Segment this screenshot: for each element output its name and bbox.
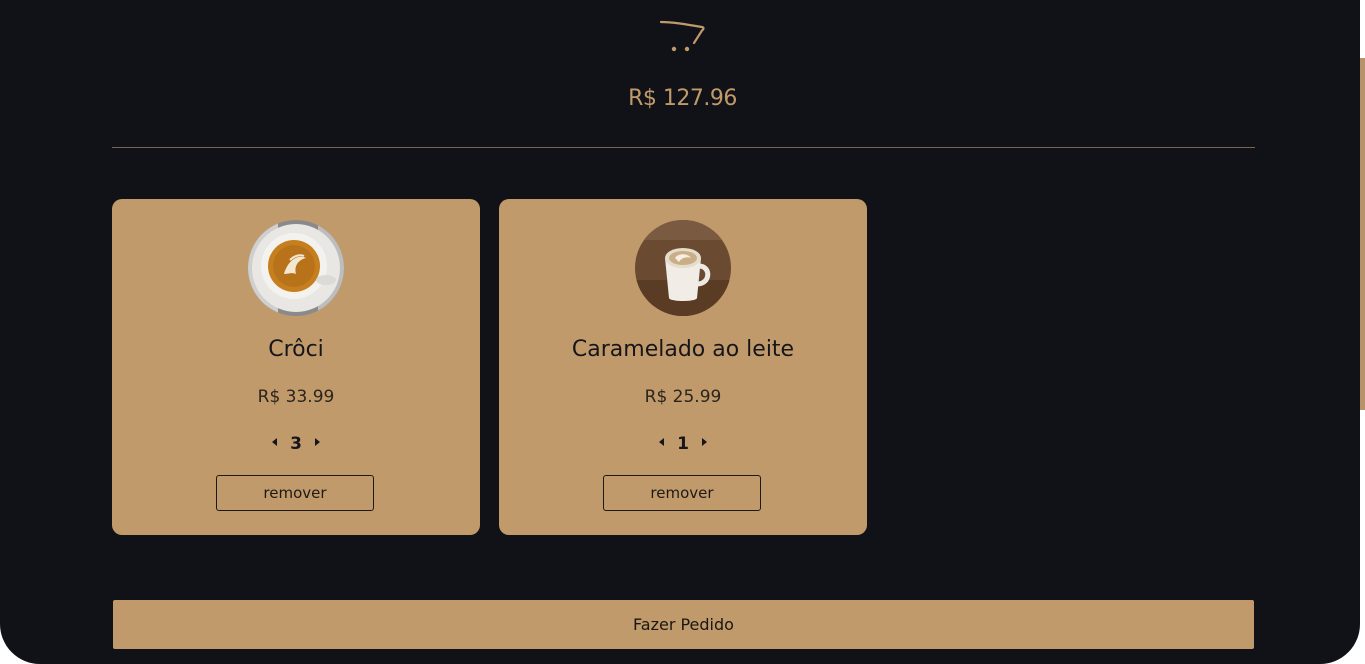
cart-total: R$ 127.96 (628, 86, 737, 111)
product-image (248, 220, 344, 316)
divider (112, 147, 1255, 148)
product-name: Caramelado ao leite (571, 337, 795, 362)
quantity-stepper: 3 (112, 430, 480, 454)
scrollbar[interactable] (1360, 58, 1365, 410)
caret-right-icon (315, 438, 320, 446)
place-order-button[interactable]: Fazer Pedido (113, 600, 1254, 649)
remove-button[interactable]: remover (216, 475, 374, 511)
shopping-cart-icon[interactable] (658, 18, 708, 58)
caret-left-icon (659, 438, 664, 446)
cart-item-card: Caramelado ao leite R$ 25.99 1 remover (499, 199, 867, 535)
cart-page: R$ 127.96 Crôci R$ 33.99 3 remover Caram… (0, 0, 1360, 664)
cart-item-card: Crôci R$ 33.99 3 remover (112, 199, 480, 535)
quantity-value: 1 (677, 434, 689, 454)
quantity-value: 3 (290, 434, 302, 454)
caret-left-icon (272, 438, 277, 446)
increase-button[interactable] (307, 432, 327, 452)
decrease-button[interactable] (265, 432, 285, 452)
increase-button[interactable] (694, 432, 714, 452)
remove-button[interactable]: remover (603, 475, 761, 511)
product-image (635, 220, 731, 316)
product-price: R$ 33.99 (257, 387, 335, 407)
product-price: R$ 25.99 (644, 387, 722, 407)
quantity-stepper: 1 (499, 430, 867, 454)
decrease-button[interactable] (652, 432, 672, 452)
caret-right-icon (702, 438, 707, 446)
product-name: Crôci (268, 337, 324, 362)
